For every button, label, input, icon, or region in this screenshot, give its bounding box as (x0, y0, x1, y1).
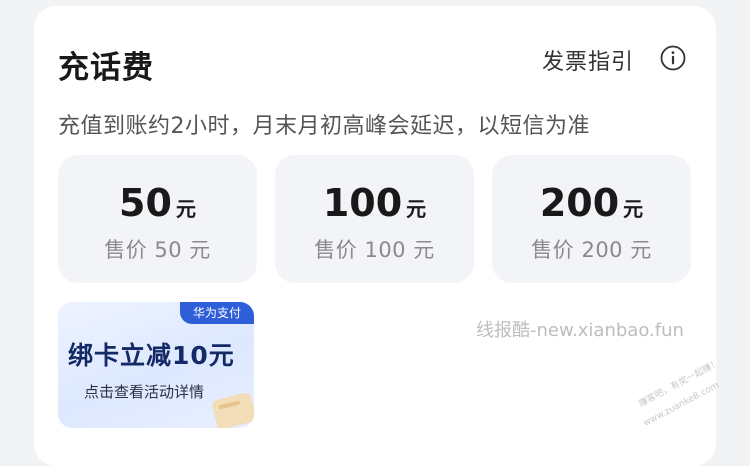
huawei-pay-badge: 华为支付 (180, 302, 254, 324)
page-title: 充话费 (58, 50, 154, 86)
option-unit: 元 (623, 197, 644, 221)
info-circle-icon[interactable] (660, 45, 686, 71)
option-amount: 50 元 (58, 181, 257, 225)
option-amount: 200 元 (492, 181, 691, 225)
option-value: 50 (119, 181, 172, 225)
arrival-notice: 充值到账约2小时，月末月初高峰会延迟，以短信为准 (58, 114, 590, 139)
card-illustration-icon (212, 392, 254, 428)
recharge-option-200[interactable]: 200 元 售价 200 元 (492, 155, 691, 283)
option-unit: 元 (406, 197, 427, 221)
promo-subtext: 点击查看活动详情 (84, 383, 205, 401)
option-unit: 元 (175, 197, 196, 221)
corner-watermark: 赚客吧，有奖一起赚！ www.zuanke8.com (636, 358, 748, 438)
recharge-option-50[interactable]: 50 元 售价 50 元 (58, 155, 257, 283)
option-price: 售价 200 元 (531, 238, 652, 262)
option-price: 售价 100 元 (314, 238, 435, 262)
watermark-text: 线报酷-new.xianbao.fun (476, 320, 684, 341)
option-price: 售价 50 元 (104, 238, 211, 262)
promo-headline: 绑卡立减10元 (68, 341, 235, 370)
invoice-guide-link[interactable]: 发票指引 (542, 44, 634, 76)
option-amount: 100 元 (275, 181, 474, 225)
recharge-option-100[interactable]: 100 元 售价 100 元 (275, 155, 474, 283)
option-value: 100 (322, 181, 403, 225)
bind-card-promo-banner[interactable]: 华为支付 绑卡立减10元 点击查看活动详情 (58, 302, 254, 428)
option-value: 200 (539, 181, 620, 225)
